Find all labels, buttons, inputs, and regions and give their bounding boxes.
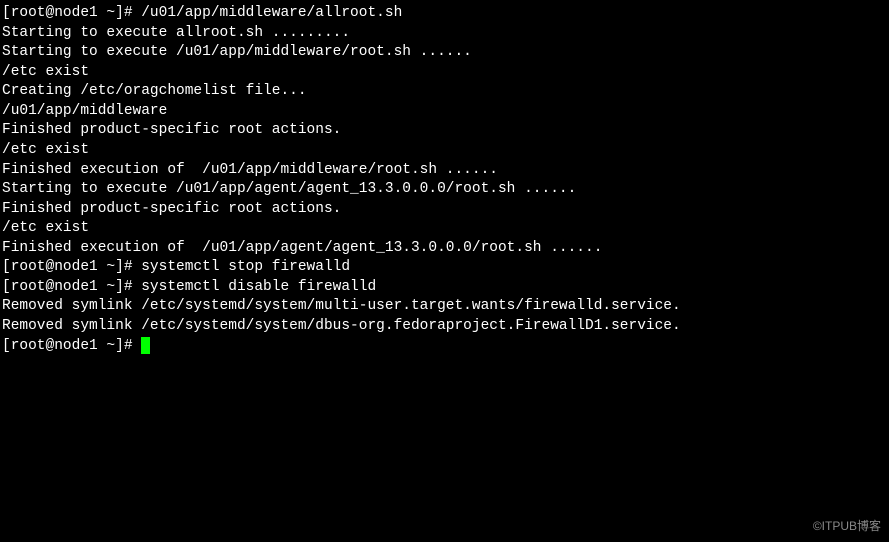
terminal-output[interactable]: [root@node1 ~]# /u01/app/middleware/allr… xyxy=(2,4,887,356)
terminal-line: Finished execution of /u01/app/middlewar… xyxy=(2,161,887,181)
terminal-line: Starting to execute allroot.sh ......... xyxy=(2,24,887,44)
terminal-line: /u01/app/middleware xyxy=(2,102,887,122)
terminal-line: Finished product-specific root actions. xyxy=(2,121,887,141)
terminal-line: /etc exist xyxy=(2,219,887,239)
terminal-line: Starting to execute /u01/app/agent/agent… xyxy=(2,180,887,200)
terminal-line: Creating /etc/oragchomelist file... xyxy=(2,82,887,102)
terminal-line: [root@node1 ~]# systemctl disable firewa… xyxy=(2,278,887,298)
terminal-prompt-line[interactable]: [root@node1 ~]# xyxy=(2,337,887,357)
terminal-line: Starting to execute /u01/app/middleware/… xyxy=(2,43,887,63)
terminal-prompt: [root@node1 ~]# xyxy=(2,338,141,354)
terminal-line: /etc exist xyxy=(2,141,887,161)
terminal-line: [root@node1 ~]# /u01/app/middleware/allr… xyxy=(2,4,887,24)
cursor-icon xyxy=(141,337,150,354)
terminal-line: Removed symlink /etc/systemd/system/dbus… xyxy=(2,317,887,337)
terminal-line: /etc exist xyxy=(2,63,887,83)
watermark-text: ©ITPUB博客 xyxy=(813,518,881,534)
terminal-line: [root@node1 ~]# systemctl stop firewalld xyxy=(2,258,887,278)
terminal-line: Finished execution of /u01/app/agent/age… xyxy=(2,239,887,259)
terminal-line: Removed symlink /etc/systemd/system/mult… xyxy=(2,297,887,317)
terminal-line: Finished product-specific root actions. xyxy=(2,200,887,220)
